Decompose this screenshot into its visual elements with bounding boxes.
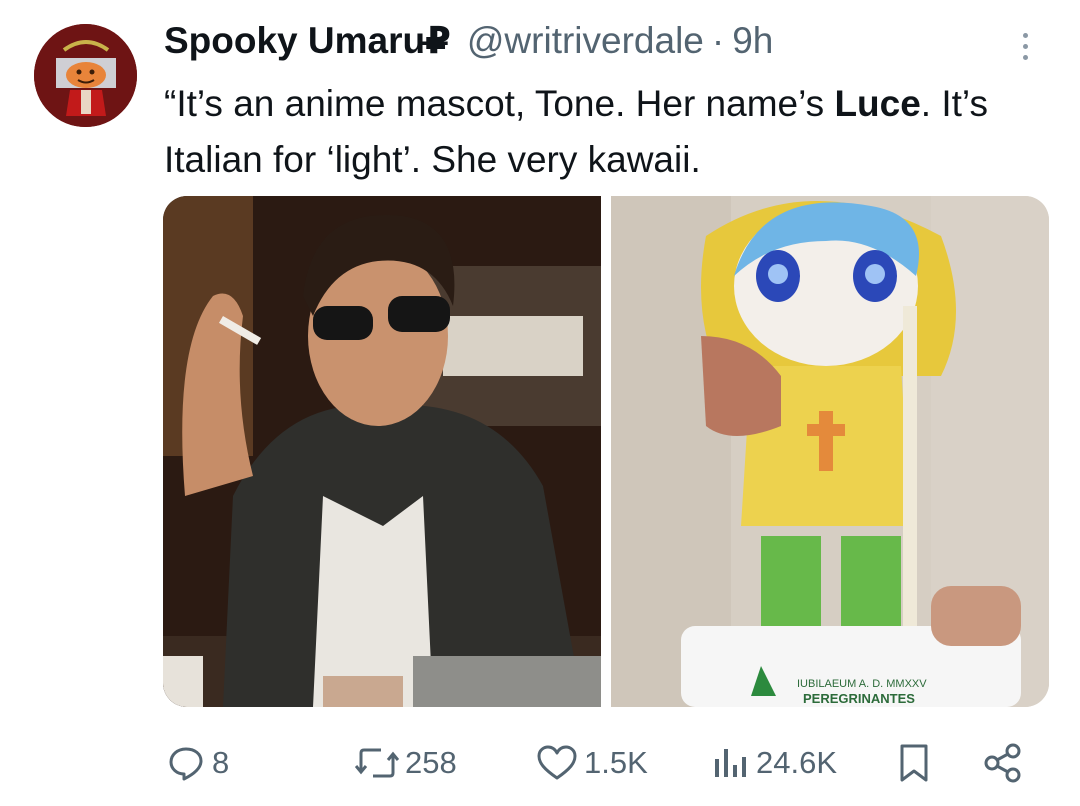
like-button[interactable]: 1.5K <box>536 735 648 791</box>
tweet-text-part1: “It’s an anime mascot, Tone. Her name’s <box>164 83 835 124</box>
media-photo-man[interactable] <box>163 196 601 707</box>
pedestal-text-line1: IUBILAEUM A. D. MMXXV <box>797 678 927 690</box>
header-separator: · <box>711 20 725 61</box>
more-icon[interactable] <box>1010 26 1040 66</box>
views-count: 24.6K <box>756 745 838 780</box>
mascot-photo-illustration: IUBILAEUM A. D. MMXXV PEREGRINANTES <box>611 196 1049 707</box>
action-bar: 8 258 1.5K 24.6K <box>0 735 1080 791</box>
bookmark-button[interactable] <box>896 735 932 791</box>
avatar-image <box>34 24 137 127</box>
author-name-emoji: ₽̶ <box>425 20 451 61</box>
man-photo-illustration <box>163 196 601 707</box>
reply-count: 8 <box>212 745 230 780</box>
like-icon <box>537 745 577 780</box>
share-icon <box>984 743 1021 783</box>
repost-button[interactable]: 258 <box>355 735 457 791</box>
reply-button[interactable]: 8 <box>166 735 229 791</box>
tweet-text: “It’s an anime mascot, Tone. Her name’s … <box>164 76 1064 188</box>
like-count: 1.5K <box>584 745 648 780</box>
repost-icon <box>355 748 399 778</box>
avatar[interactable] <box>34 24 137 127</box>
tweet-header: Spooky Umaru ₽̶ @writriverdale · 9h <box>164 18 773 64</box>
reply-icon <box>169 747 203 781</box>
timestamp[interactable]: 9h <box>732 18 773 64</box>
pedestal-text-line2: PEREGRINANTES <box>803 691 915 706</box>
views-icon <box>715 749 746 777</box>
media-grid: IUBILAEUM A. D. MMXXV PEREGRINANTES <box>163 196 1049 707</box>
tweet-text-bold: Luce <box>834 83 921 124</box>
views-button[interactable]: 24.6K <box>710 735 837 791</box>
author-handle[interactable]: @writriverdale <box>467 18 704 64</box>
share-button[interactable] <box>982 735 1024 791</box>
author-name[interactable]: Spooky Umaru <box>164 18 425 64</box>
media-photo-mascot[interactable]: IUBILAEUM A. D. MMXXV PEREGRINANTES <box>611 196 1049 707</box>
repost-count: 258 <box>405 745 457 780</box>
bookmark-icon <box>900 744 928 782</box>
